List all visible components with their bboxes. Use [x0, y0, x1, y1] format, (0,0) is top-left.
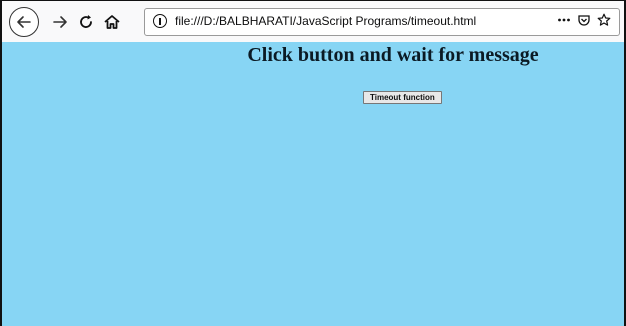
star-icon[interactable]: [597, 13, 611, 27]
pocket-icon[interactable]: [577, 13, 591, 27]
page-heading: Click button and wait for message: [247, 44, 539, 66]
back-arrow-icon: [17, 16, 31, 28]
browser-window: file:///D:/BALBHARATI/JavaScript Program…: [0, 0, 626, 326]
reload-button[interactable]: [74, 10, 98, 34]
info-icon[interactable]: [153, 14, 167, 28]
back-button[interactable]: [9, 7, 39, 37]
more-icon[interactable]: [557, 13, 571, 27]
page-actions: [557, 13, 611, 27]
home-button[interactable]: [100, 10, 124, 34]
url-text[interactable]: file:///D:/BALBHARATI/JavaScript Program…: [175, 14, 476, 28]
reload-icon: [80, 15, 92, 28]
page-content: Click button and wait for message Timeou…: [2, 42, 624, 326]
forward-arrow-icon: [53, 16, 67, 28]
home-icon: [104, 15, 120, 29]
address-bar[interactable]: file:///D:/BALBHARATI/JavaScript Program…: [144, 8, 620, 36]
browser-toolbar: file:///D:/BALBHARATI/JavaScript Program…: [2, 1, 624, 43]
forward-button[interactable]: [48, 10, 72, 34]
timeout-function-button[interactable]: Timeout function: [363, 91, 442, 104]
